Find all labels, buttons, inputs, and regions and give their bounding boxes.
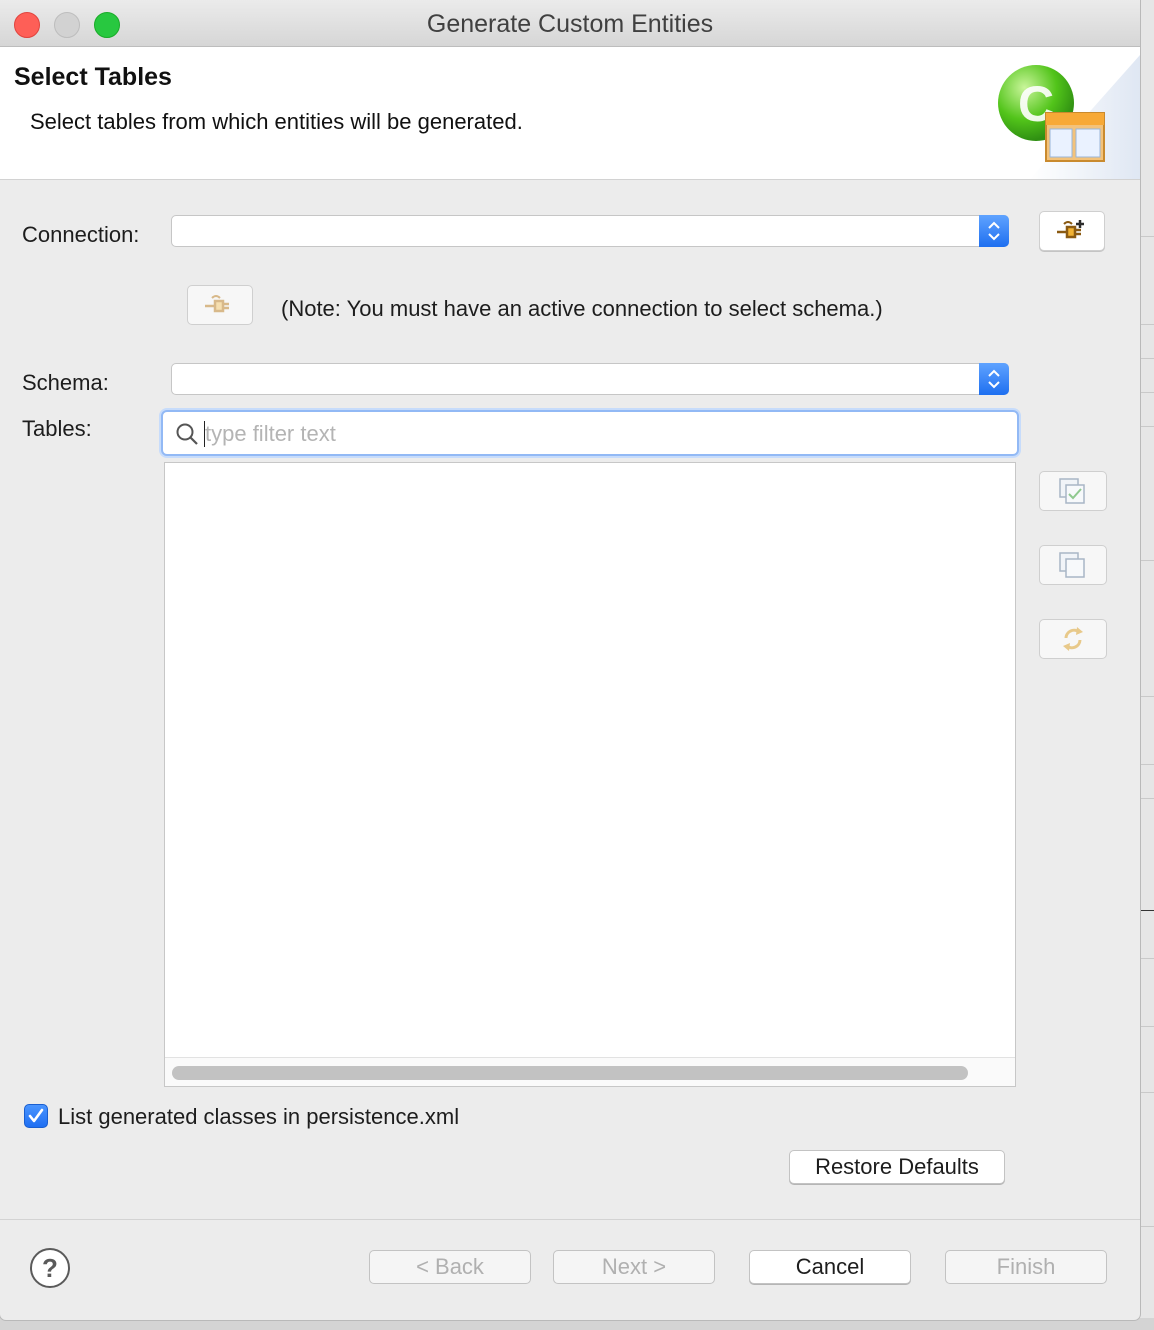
refresh-tables-button[interactable] — [1039, 619, 1107, 659]
next-button[interactable]: Next > — [553, 1250, 715, 1284]
tables-label: Tables: — [22, 416, 92, 441]
table-filter-search — [161, 410, 1019, 456]
scrollbar-thumb[interactable] — [172, 1066, 968, 1080]
list-classes-checkbox[interactable] — [24, 1104, 48, 1128]
deselect-all-icon — [1059, 552, 1085, 578]
add-connection-plug-icon — [1057, 220, 1084, 239]
entity-generation-banner-icon: C — [990, 55, 1140, 179]
help-icon[interactable]: ? — [30, 1248, 70, 1288]
chevron-updown-icon[interactable] — [979, 215, 1009, 247]
reconnect-button[interactable] — [187, 285, 253, 325]
list-classes-label[interactable]: List generated classes in persistence.xm… — [58, 1104, 459, 1130]
search-icon — [176, 423, 198, 445]
table-filter-input[interactable] — [203, 418, 1007, 450]
background-window-edge — [1140, 0, 1154, 1330]
wizard-header: Select Tables Select tables from which e… — [0, 47, 1140, 180]
back-button[interactable]: < Back — [369, 1250, 531, 1284]
cancel-button[interactable]: Cancel — [749, 1250, 911, 1284]
deselect-all-button[interactable] — [1039, 545, 1107, 585]
connection-note: (Note: You must have an active connectio… — [281, 296, 883, 321]
title-bar[interactable]: Generate Custom Entities — [0, 0, 1140, 47]
connection-label: Connection: — [22, 222, 140, 247]
connection-combo[interactable] — [171, 215, 1009, 247]
window-title: Generate Custom Entities — [426, 10, 714, 38]
checkmark-icon — [28, 1108, 44, 1123]
select-all-button[interactable] — [1039, 471, 1107, 511]
finish-button[interactable]: Finish — [945, 1250, 1107, 1284]
text-caret — [204, 421, 205, 447]
refresh-icon — [1063, 627, 1083, 651]
tables-list[interactable] — [164, 462, 1016, 1087]
page-title: Select Tables — [14, 63, 172, 91]
page-description: Select tables from which entities will b… — [30, 109, 523, 134]
reconnect-plug-icon — [205, 295, 229, 313]
add-connection-button[interactable] — [1039, 211, 1105, 251]
footer-divider — [0, 1219, 1140, 1220]
select-all-icon — [1059, 478, 1085, 504]
dialog-window: Generate Custom Entities Select Tables S… — [0, 0, 1140, 1320]
schema-label: Schema: — [22, 370, 109, 395]
chevron-updown-icon[interactable] — [979, 363, 1009, 395]
schema-combo[interactable] — [171, 363, 1009, 395]
restore-defaults-button[interactable]: Restore Defaults — [789, 1150, 1005, 1184]
horizontal-scrollbar[interactable] — [165, 1057, 1015, 1086]
